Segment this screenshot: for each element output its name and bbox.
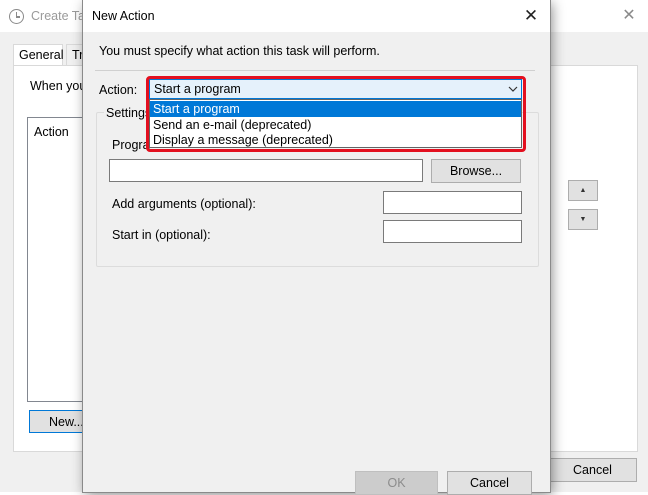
separator: [95, 70, 535, 71]
browse-button[interactable]: Browse...: [431, 159, 521, 183]
arrow-up-icon: ▲: [579, 187, 587, 194]
create-task-cancel-button[interactable]: Cancel: [548, 458, 637, 482]
arguments-label: Add arguments (optional):: [112, 197, 256, 211]
start-in-label: Start in (optional):: [112, 228, 211, 242]
move-up-button[interactable]: ▲: [568, 180, 598, 201]
action-label: Action:: [99, 83, 138, 97]
new-action-button[interactable]: New...: [29, 410, 85, 433]
ok-button[interactable]: OK: [355, 471, 438, 495]
clock-icon: [9, 9, 24, 24]
new-action-dialog: New Action ✕ You must specify what actio…: [83, 0, 550, 495]
action-select-value: Start a program: [154, 82, 241, 96]
action-select[interactable]: Start a program: [149, 79, 522, 99]
dialog-instruction: You must specify what action this task w…: [99, 44, 380, 58]
settings-label: Settings: [104, 106, 154, 120]
program-input[interactable]: [109, 159, 423, 182]
arguments-input[interactable]: [383, 191, 522, 214]
move-down-button[interactable]: ▼: [568, 209, 598, 230]
cancel-button[interactable]: Cancel: [447, 471, 532, 495]
arrow-down-icon: ▼: [579, 216, 587, 223]
action-list[interactable]: [27, 117, 85, 402]
close-icon[interactable]: ✕: [519, 5, 543, 27]
action-dropdown-list: Start a program Send an e-mail (deprecat…: [149, 99, 522, 148]
dialog-titlebar: New Action ✕: [83, 0, 550, 32]
action-option-start-program[interactable]: Start a program: [150, 101, 521, 117]
close-icon[interactable]: ✕: [618, 6, 640, 26]
chevron-down-icon[interactable]: [506, 81, 520, 97]
actions-description: When you: [30, 79, 87, 93]
program-label: Progra: [112, 138, 150, 152]
action-column-header[interactable]: Action: [34, 125, 69, 139]
tab-general[interactable]: General: [13, 44, 63, 65]
action-option-send-email[interactable]: Send an e-mail (deprecated): [150, 117, 521, 133]
action-option-display-message[interactable]: Display a message (deprecated): [150, 132, 521, 148]
dialog-title: New Action: [92, 9, 155, 23]
start-in-input[interactable]: [383, 220, 522, 243]
